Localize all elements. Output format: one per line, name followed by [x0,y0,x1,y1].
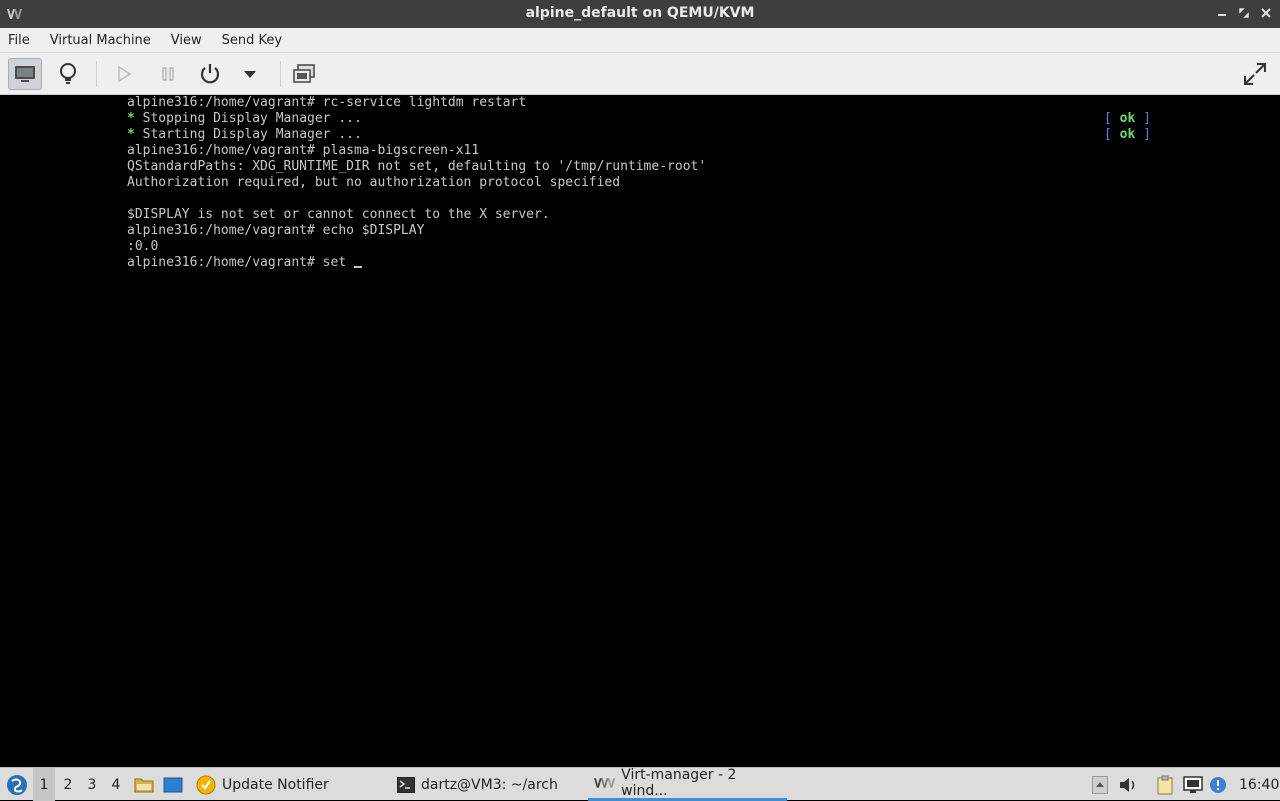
maximize-button[interactable] [1236,5,1252,21]
status-ok: [ ok ] [1104,127,1151,142]
console-line: alpine316:/home/vagrant# echo $DISPLAY [127,223,425,238]
vm-console[interactable]: alpine316:/home/vagrant# rc-service ligh… [0,95,1280,767]
updates-tray[interactable] [1208,768,1228,801]
close-button[interactable] [1258,5,1274,21]
console-line: QStandardPaths: XDG_RUNTIME_DIR not set,… [127,159,707,174]
status-ok: [ ok ] [1104,111,1151,126]
console-line: alpine316:/home/vagrant# plasma-bigscree… [127,143,480,158]
clipboard-tray[interactable] [1154,768,1176,801]
start-menu-button[interactable] [4,768,30,801]
play-icon [118,65,132,83]
info-badge-icon [1210,776,1226,793]
desktop-icon [163,777,183,792]
menu-view[interactable]: View [171,33,202,48]
workspace-3[interactable]: 3 [81,768,103,801]
clock[interactable]: 16:40 [1239,768,1279,801]
snapshot-icon [293,64,315,83]
maximize-icon [1239,8,1249,18]
fullscreen-button[interactable] [1238,58,1272,90]
bullet-icon: * [127,127,135,142]
update-notifier-icon [196,775,216,794]
task-update-notifier[interactable]: Update Notifier [190,768,335,801]
workspace-4[interactable]: 4 [105,768,127,801]
menu-send-key[interactable]: Send Key [222,33,282,48]
tray-toggle[interactable] [1090,768,1110,801]
monitor-icon [15,66,35,82]
show-console-button[interactable] [8,58,42,90]
snapshots-button[interactable] [287,58,321,90]
distro-logo-icon [7,774,27,795]
volume-control[interactable] [1117,768,1139,801]
fullscreen-icon [1244,63,1266,85]
virt-manager-icon [594,778,616,788]
task-terminal[interactable]: dartz@VM3: ~/arch [391,768,564,801]
chevron-down-icon [244,71,256,78]
lightbulb-icon [60,63,76,84]
run-button[interactable] [107,58,141,90]
console-line: * Starting Display Manager ... [127,127,362,142]
power-icon [200,64,220,84]
console-line: alpine316:/home/vagrant# rc-service ligh… [127,95,527,110]
console-prompt-line: alpine316:/home/vagrant# set [127,255,362,271]
task-virt-manager[interactable]: Virt-manager - 2 wind... [588,767,787,801]
network-icon [1183,775,1203,793]
menu-virtual-machine[interactable]: Virtual Machine [50,33,151,48]
taskbar: 1 2 3 4 Update Notifier dartz@VM3: ~/arc… [0,767,1280,801]
workspace-1[interactable]: 1 [33,768,55,801]
folder-icon [134,778,154,792]
file-manager-launcher[interactable] [133,768,155,801]
window-titlebar[interactable]: alpine_default on QEMU/KVM [0,0,1280,28]
console-line: * Stopping Display Manager ... [127,111,362,126]
menu-file[interactable]: File [8,33,30,48]
menubar: File Virtual Machine View Send Key [0,28,1280,53]
shutdown-button[interactable] [193,58,227,90]
clipboard-icon [1157,775,1173,794]
window-title: alpine_default on QEMU/KVM [525,5,755,21]
bullet-icon: * [127,111,135,126]
network-tray[interactable] [1181,768,1205,801]
show-desktop-button[interactable] [161,768,185,801]
pause-button[interactable] [151,58,185,90]
console-line: Authorization required, but no authoriza… [127,175,621,190]
tray-up-icon [1092,775,1108,794]
minimize-icon [1218,14,1226,16]
console-line: $DISPLAY is not set or cannot connect to… [127,207,550,222]
terminal-icon [397,776,415,793]
pause-icon [162,67,174,81]
text-cursor [353,266,362,268]
workspace-2[interactable]: 2 [57,768,79,801]
toolbar [0,53,1280,95]
minimize-button[interactable] [1214,5,1230,21]
show-details-button[interactable] [51,58,85,90]
shutdown-menu-button[interactable] [233,58,267,90]
volume-icon [1120,777,1135,792]
close-icon [1261,8,1271,18]
console-line: :0.0 [127,239,159,254]
